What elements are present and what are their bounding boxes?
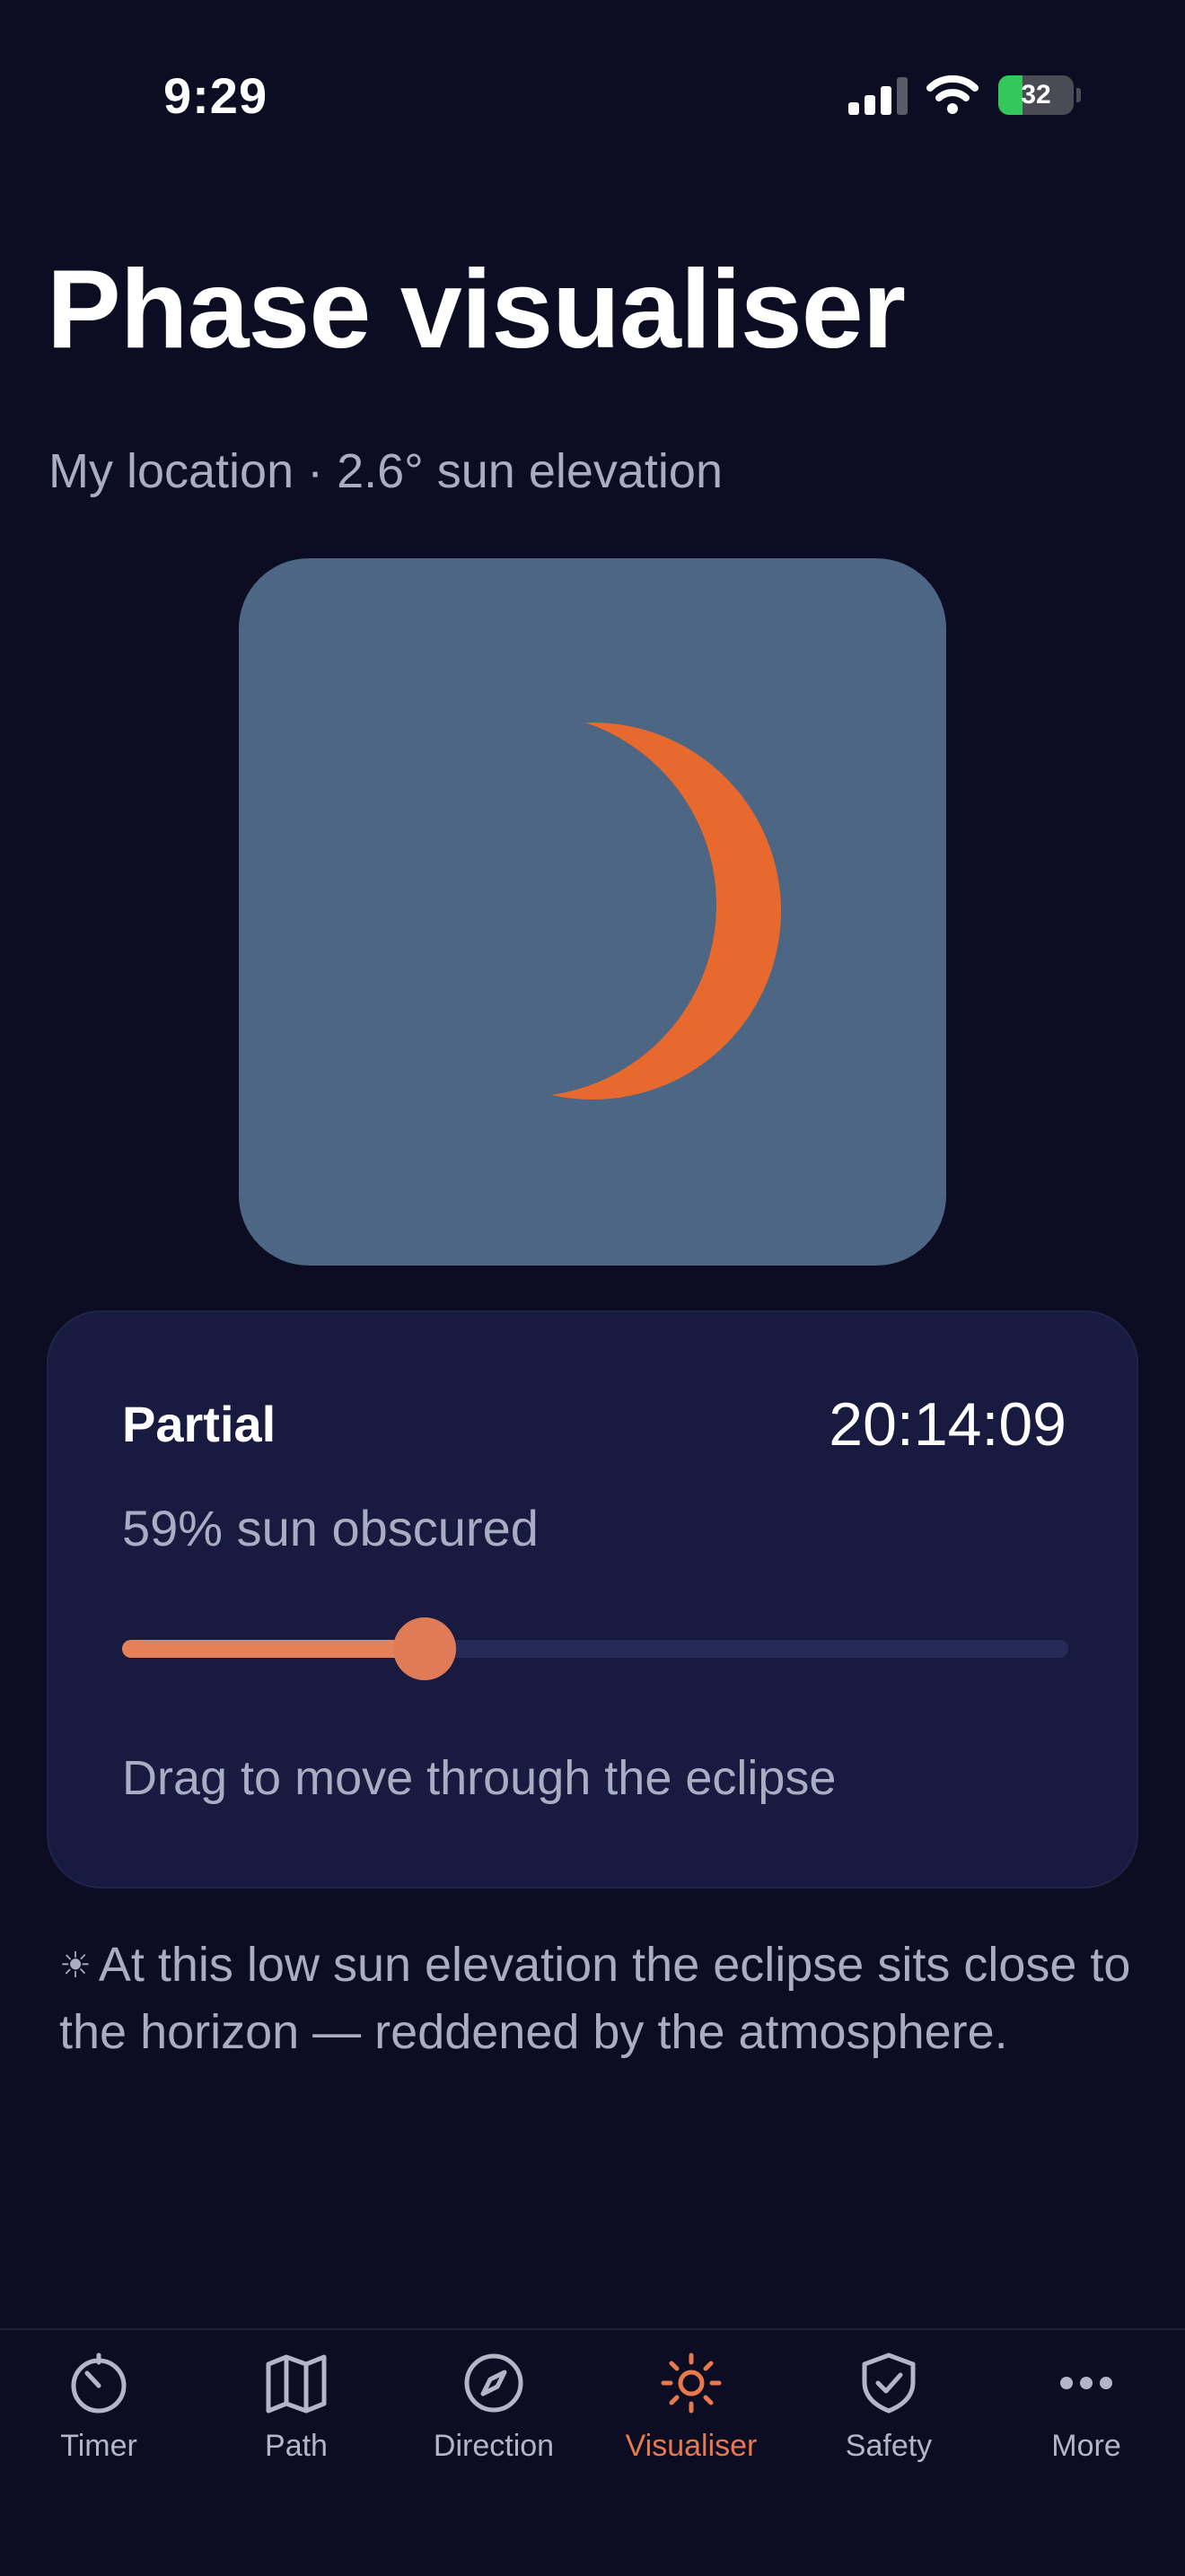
- stopwatch-icon: [71, 2353, 127, 2414]
- location-subtitle: My location · 2.6° sun elevation: [48, 444, 723, 498]
- sun-icon: [661, 2353, 722, 2414]
- eclipse-time-slider[interactable]: [122, 1617, 1068, 1680]
- tab-label: Safety: [845, 2429, 933, 2463]
- tab-timer[interactable]: Timer: [0, 2330, 198, 2510]
- obscured-percentage: 59% sun obscured: [122, 1500, 539, 1556]
- tab-more[interactable]: More: [988, 2330, 1185, 2510]
- slider-thumb[interactable]: [393, 1617, 457, 1680]
- tab-direction[interactable]: Direction: [395, 2330, 592, 2510]
- sun-icon: ☀: [59, 1946, 92, 1985]
- battery-indicator: 32: [998, 75, 1081, 115]
- tab-label: Timer: [60, 2429, 137, 2463]
- eclipse-illustration: [404, 723, 781, 1100]
- page-title: Phase visualiser: [47, 248, 906, 372]
- tab-bar: Timer Path Direction Visualiser Safety M…: [0, 2328, 1185, 2576]
- note-text: At this low sun elevation the eclipse si…: [59, 1938, 1131, 2059]
- battery-percent: 32: [1021, 80, 1051, 110]
- slider-fill: [122, 1640, 426, 1658]
- map-icon: [266, 2354, 327, 2414]
- status-bar: 9:29 32: [0, 0, 1185, 180]
- cellular-signal-icon: [848, 77, 908, 115]
- sun-crescent: [404, 723, 781, 1100]
- phase-info-card: Partial 20:14:09 59% sun obscured Drag t…: [47, 1310, 1138, 1888]
- elevation-note: ☀ At this low sun elevation the eclipse s…: [59, 1932, 1137, 2065]
- shield-check-icon: [862, 2353, 916, 2414]
- wifi-icon: [926, 74, 979, 114]
- status-time: 9:29: [163, 67, 268, 124]
- phase-label: Partial: [122, 1396, 276, 1452]
- tab-label: Path: [265, 2429, 328, 2463]
- tab-path[interactable]: Path: [198, 2330, 395, 2510]
- tab-label: More: [1051, 2429, 1121, 2463]
- tab-label: Direction: [433, 2429, 555, 2463]
- eclipse-phase-view: [239, 558, 946, 1266]
- compass-icon: [464, 2353, 523, 2413]
- slider-hint: Drag to move through the eclipse: [122, 1751, 837, 1805]
- phase-time: 20:14:09: [829, 1390, 1066, 1459]
- tab-safety[interactable]: Safety: [790, 2330, 988, 2510]
- tab-visualiser[interactable]: Visualiser: [592, 2330, 790, 2510]
- ellipsis-icon: [1060, 2377, 1112, 2389]
- tab-label: Visualiser: [625, 2429, 758, 2463]
